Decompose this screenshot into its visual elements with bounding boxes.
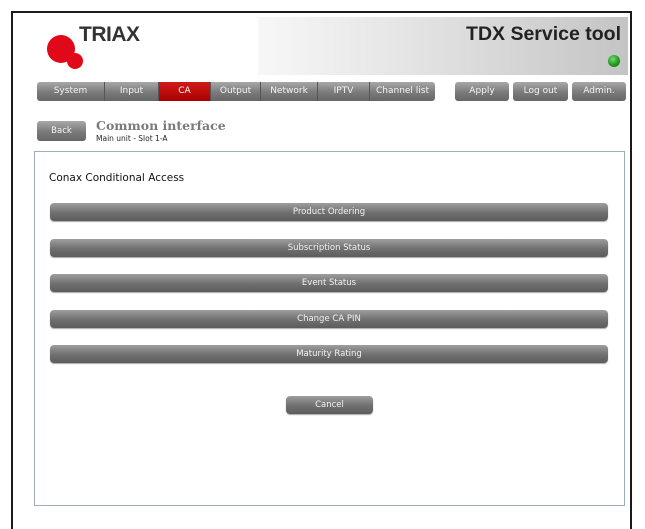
main-nav: System Input CA Modules Output Network I… xyxy=(37,82,435,115)
logo-dot-small xyxy=(67,53,83,69)
section-title: Conax Conditional Access xyxy=(49,172,185,184)
product-ordering-button[interactable]: Product Ordering xyxy=(50,203,608,221)
logout-button[interactable]: Log out xyxy=(513,82,568,101)
tab-ca-modules[interactable]: CA Modules xyxy=(159,82,211,115)
page-subtitle: Main unit - Slot 1-A xyxy=(96,134,168,143)
page-title: Common interface xyxy=(96,118,226,133)
logo-text: TRIAX xyxy=(79,23,140,46)
apply-button[interactable]: Apply xyxy=(455,82,509,101)
status-led-icon xyxy=(608,55,620,67)
tab-channel-list[interactable]: Channel list xyxy=(370,82,435,101)
tab-output[interactable]: Output xyxy=(211,82,261,101)
tab-system[interactable]: System xyxy=(37,82,105,101)
event-status-button[interactable]: Event Status xyxy=(50,274,608,292)
triax-logo: TRIAX xyxy=(47,23,167,73)
title-banner: TDX Service tool xyxy=(258,17,628,75)
tab-iptv[interactable]: IPTV xyxy=(318,82,370,101)
change-ca-pin-button[interactable]: Change CA PIN xyxy=(50,310,608,328)
maturity-rating-button[interactable]: Maturity Rating xyxy=(50,345,608,363)
back-button[interactable]: Back xyxy=(37,121,86,141)
cancel-button[interactable]: Cancel xyxy=(286,396,373,414)
subscription-status-button[interactable]: Subscription Status xyxy=(50,239,608,257)
app-title: TDX Service tool xyxy=(466,23,621,45)
admin-button[interactable]: Admin. xyxy=(572,82,626,101)
tab-input[interactable]: Input xyxy=(105,82,159,101)
tab-network[interactable]: Network xyxy=(261,82,318,101)
